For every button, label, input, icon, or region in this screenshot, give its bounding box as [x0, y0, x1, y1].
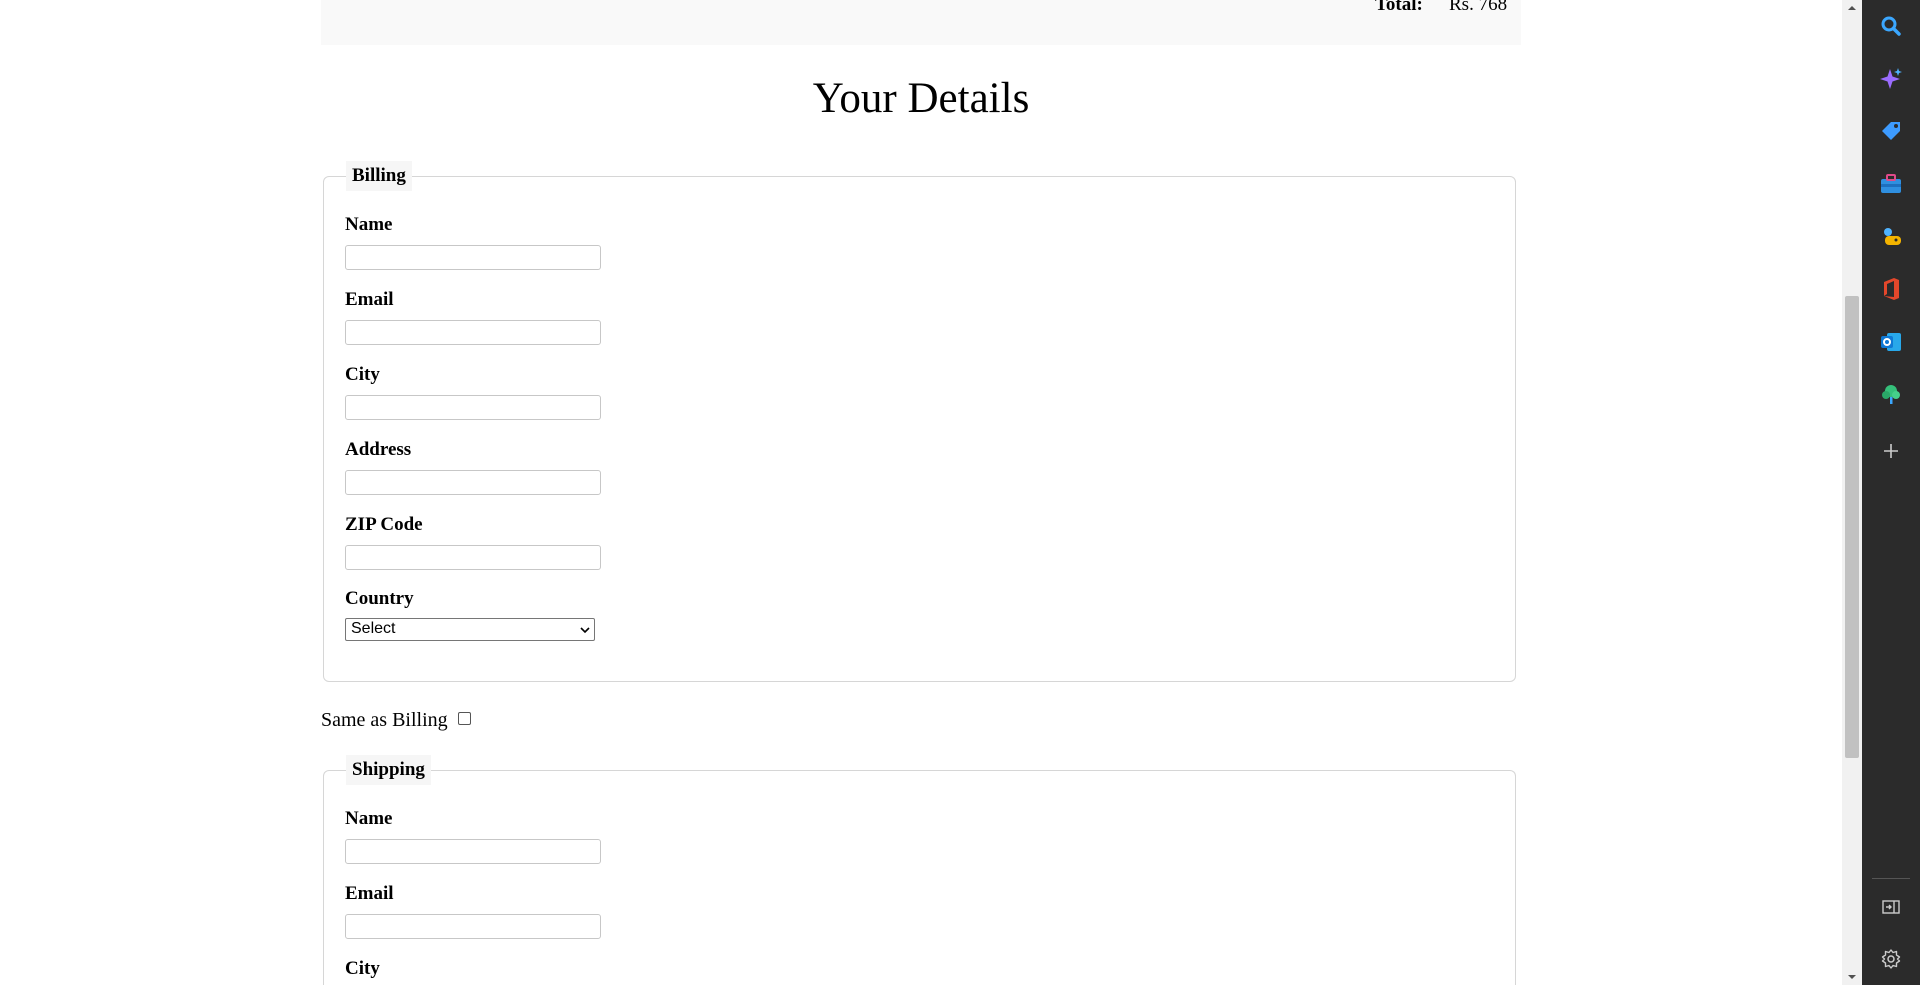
shipping-name-input[interactable]	[345, 839, 601, 864]
scroll-down-arrow-icon[interactable]	[1842, 969, 1862, 985]
country-selected-value: Select	[351, 620, 396, 637]
order-total-bar: Total: Rs. 768	[321, 0, 1521, 45]
scroll-thumb[interactable]	[1845, 296, 1859, 758]
page-content: Total: Rs. 768 Your Details Billing Name…	[0, 0, 1842, 985]
same-as-billing-label: Same as Billing	[321, 709, 448, 731]
tree-icon[interactable]	[1878, 381, 1904, 407]
total-label: Total:	[1375, 0, 1423, 15]
sidebar-divider	[1872, 878, 1910, 879]
shipping-fieldset: Shipping Name Email City	[323, 755, 1516, 985]
billing-email-label: Email	[345, 289, 394, 310]
billing-city-label: City	[345, 364, 380, 385]
billing-country-select[interactable]: Select	[345, 618, 595, 641]
split-screen-icon[interactable]	[1878, 894, 1904, 920]
scroll-up-arrow-icon[interactable]	[1842, 0, 1862, 16]
settings-icon[interactable]	[1878, 946, 1904, 972]
shipping-email-label: Email	[345, 883, 394, 904]
search-icon[interactable]	[1878, 13, 1904, 39]
billing-country-label: Country	[345, 588, 414, 609]
billing-city-input[interactable]	[345, 395, 601, 420]
billing-legend: Billing	[346, 161, 412, 191]
tools-icon[interactable]	[1878, 171, 1904, 197]
games-icon[interactable]	[1878, 223, 1904, 249]
shopping-tag-icon[interactable]	[1878, 118, 1904, 144]
billing-name-label: Name	[345, 214, 393, 235]
page-scrollbar[interactable]	[1842, 0, 1862, 985]
billing-zip-label: ZIP Code	[345, 514, 423, 535]
billing-email-input[interactable]	[345, 320, 601, 345]
outlook-icon[interactable]	[1878, 329, 1904, 355]
shipping-city-label: City	[345, 958, 380, 979]
same-as-billing-checkbox[interactable]	[458, 712, 471, 725]
browser-sidebar	[1862, 0, 1920, 985]
shipping-name-label: Name	[345, 808, 393, 829]
billing-fieldset: Billing Name Email City Address ZIP Code…	[323, 161, 1516, 682]
billing-address-label: Address	[345, 439, 412, 460]
office-icon[interactable]	[1878, 276, 1904, 302]
total-value: Rs. 768	[1449, 0, 1508, 15]
chevron-down-icon	[580, 627, 590, 634]
billing-name-input[interactable]	[345, 245, 601, 270]
add-icon[interactable]	[1878, 438, 1904, 464]
page-title: Your Details	[812, 75, 1030, 122]
copilot-icon[interactable]	[1878, 66, 1904, 92]
shipping-email-input[interactable]	[345, 914, 601, 939]
shipping-legend: Shipping	[346, 755, 431, 785]
billing-zip-input[interactable]	[345, 545, 601, 570]
billing-address-input[interactable]	[345, 470, 601, 495]
